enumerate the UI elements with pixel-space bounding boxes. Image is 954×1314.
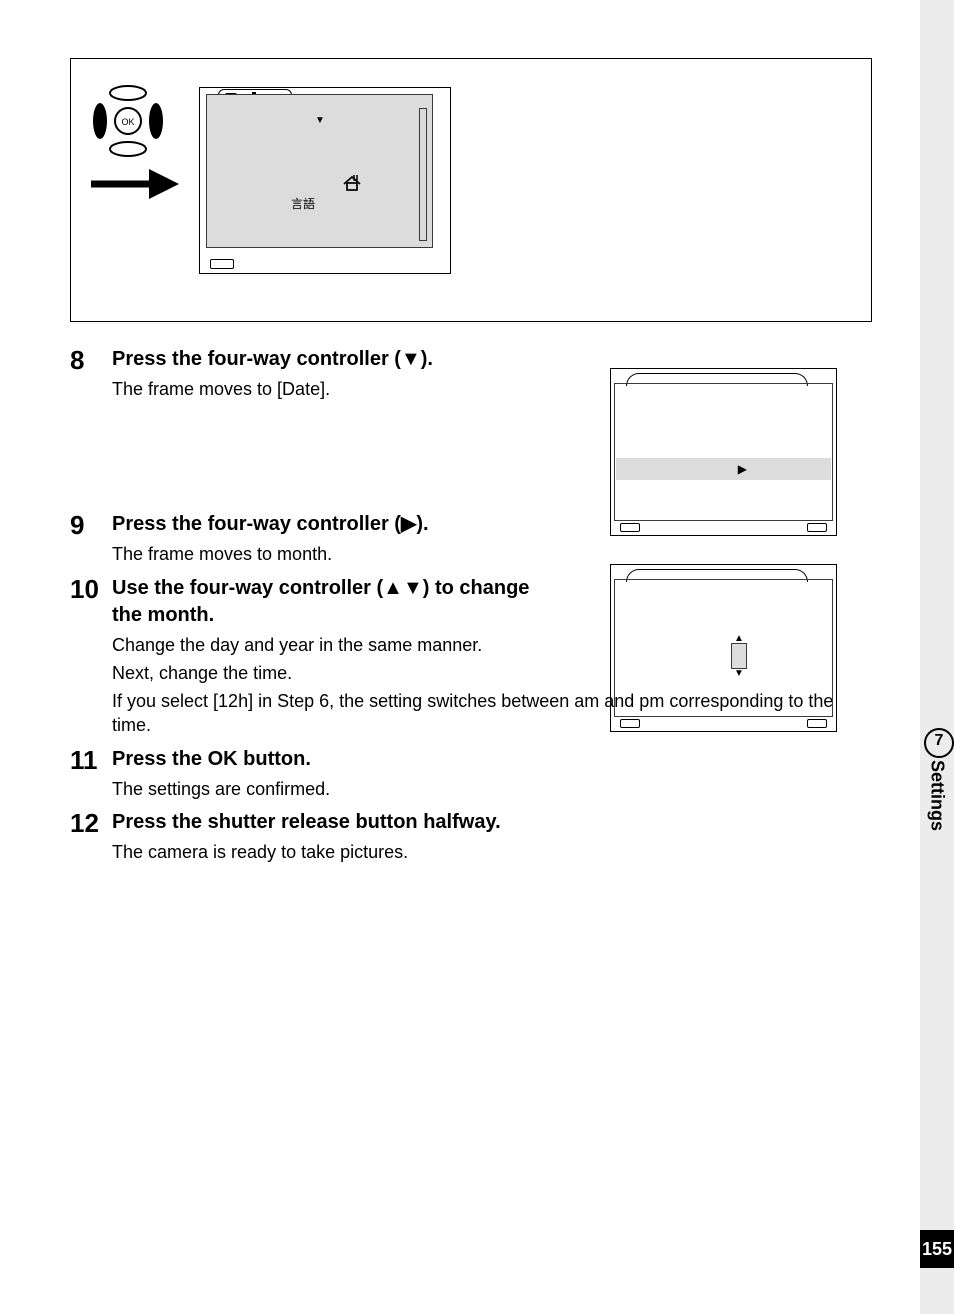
step-number: 12 (70, 809, 112, 864)
mini-lcd-foot-left-icon (620, 523, 640, 532)
content-area: OK ▼ (70, 58, 870, 864)
home-icon (343, 175, 361, 191)
step-11: 11 Press the OK button. The settings are… (70, 746, 870, 801)
step-body: The frame moves to [Date]. (112, 377, 552, 401)
step-text: Press the four-way controller (▶). The f… (112, 511, 552, 566)
step-number: 9 (70, 511, 112, 566)
triangle-right-icon: ▶ (401, 513, 416, 535)
mini-lcd-foot-right-icon (807, 523, 827, 532)
step-number: 10 (70, 575, 112, 738)
step-text: Press the OK button. The settings are co… (112, 746, 870, 801)
step-number: 8 (70, 346, 112, 401)
triangle-up-icon: ▲ (383, 577, 403, 599)
mini-lcd-foot-left-icon (620, 719, 640, 728)
step-title: Use the four-way controller (▲▼) to chan… (112, 575, 552, 629)
step-body: Change the day and year in the same mann… (112, 633, 552, 657)
scrollbar-icon (419, 108, 427, 241)
section-number-circle: 7 (924, 728, 954, 758)
mini-lcd-2-body: ▲ ▼ (614, 579, 833, 717)
triangle-down-icon: ▼ (401, 348, 421, 370)
step-title: Press the four-way controller (▼). (112, 346, 552, 373)
mini-lcd-foot-right-icon (807, 719, 827, 728)
manual-page: 155 7 Settings OK (0, 0, 954, 1314)
arrow-right-icon (91, 167, 181, 201)
camera-lcd-screen: ▼ 言語 (206, 94, 433, 248)
step-number: 11 (70, 746, 112, 801)
svg-text:OK: OK (121, 117, 134, 127)
step-title: Press the OK button. (112, 746, 870, 773)
mini-lcd-1-body: ▶ (614, 383, 833, 521)
step-title: Press the four-way controller (▶). (112, 511, 552, 538)
mini-lcd-1: ▶ (610, 368, 837, 536)
step-body: The camera is ready to take pictures. (112, 840, 870, 864)
spinner-icon: ▲ ▼ (731, 634, 747, 678)
section-tab: 7 Settings (924, 728, 950, 831)
dpad-icon: OK (91, 85, 165, 157)
triangle-right-icon: ▶ (738, 462, 747, 476)
camera-foot-button-icon (210, 259, 234, 269)
mini-lcd-1-highlight-row: ▶ (616, 458, 831, 480)
triangle-down-icon: ▼ (403, 577, 423, 599)
language-label: 言語 (291, 195, 315, 212)
mini-lcd-2: ▲ ▼ (610, 564, 837, 732)
step-text: Press the shutter release button halfway… (112, 809, 870, 864)
side-gutter (920, 0, 954, 1314)
step-title: Press the shutter release button halfway… (112, 809, 870, 836)
step-body: The frame moves to month. (112, 542, 552, 566)
illustration-box: OK ▼ (70, 58, 872, 322)
page-number: 155 (920, 1230, 954, 1268)
section-label: Settings (927, 760, 948, 831)
step-body: The settings are confirmed. (112, 777, 870, 801)
step-text: Press the four-way controller (▼). The f… (112, 346, 552, 401)
triangle-down-icon: ▼ (315, 115, 325, 126)
step-12: 12 Press the shutter release button half… (70, 809, 870, 864)
camera-lcd-frame: ▼ 言語 (199, 87, 451, 274)
